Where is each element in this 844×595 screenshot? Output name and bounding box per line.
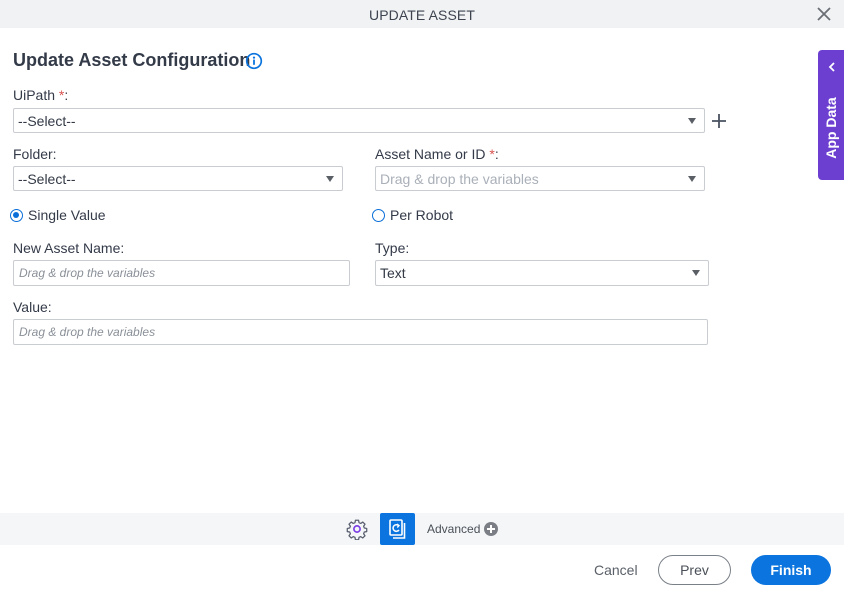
chevron-down-icon [692,270,700,276]
value-placeholder: Drag & drop the variables [19,325,156,339]
finish-button[interactable]: Finish [751,555,831,585]
uipath-select-value: --Select-- [18,113,76,129]
uipath-label: UiPath *: [13,87,68,103]
chevron-left-icon [828,62,835,72]
radio-unchecked-icon[interactable] [372,208,385,222]
prev-button[interactable]: Prev [658,555,731,585]
folder-select[interactable]: --Select-- [13,166,343,191]
dialog-title: UPDATE ASSET [369,7,475,23]
new-asset-name-placeholder: Drag & drop the variables [19,266,156,280]
type-label: Type: [375,240,410,256]
add-connection-button[interactable] [710,112,728,130]
asset-name-label: Asset Name or ID *: [375,146,499,162]
app-data-label: App Data [823,96,839,159]
close-icon[interactable] [816,6,832,22]
copy-refresh-icon [389,519,406,539]
app-data-label-wrap: App Data [818,80,844,175]
radio-per-robot[interactable]: Per Robot [372,207,453,223]
copy-refresh-button[interactable] [380,513,415,545]
dialog-titlebar: UPDATE ASSET [0,0,844,28]
page-title: Update Asset Configuration [13,50,251,70]
chevron-down-icon [688,118,696,124]
label-suffix: : [64,87,69,103]
bottom-toolbar [0,513,844,545]
radio-single-value[interactable]: Single Value [10,207,106,223]
info-icon[interactable] [245,52,263,70]
uipath-select[interactable]: --Select-- [13,108,705,133]
value-label: Value: [13,299,52,315]
radio-per-robot-label: Per Robot [390,207,454,223]
uipath-label-text: UiPath [13,87,56,103]
gear-icon[interactable] [346,518,368,540]
chevron-down-icon [326,176,334,182]
app-data-panel-toggle[interactable]: App Data [818,50,844,180]
value-input[interactable]: Drag & drop the variables [13,319,708,345]
radio-single-value-label: Single Value [28,207,106,223]
radio-checked-icon[interactable] [10,208,23,222]
type-select-value: Text [380,265,406,281]
chevron-down-icon [688,176,696,182]
plus-circle-icon[interactable] [484,522,499,536]
cancel-button[interactable]: Cancel [594,562,638,578]
advanced-toggle[interactable]: Advanced [427,522,499,536]
new-asset-name-input[interactable]: Drag & drop the variables [13,260,350,286]
asset-name-select[interactable]: Drag & drop the variables [375,166,705,191]
new-asset-name-label: New Asset Name: [13,240,125,256]
asset-name-label-text: Asset Name or ID [375,146,486,162]
folder-select-value: --Select-- [18,171,76,187]
type-select[interactable]: Text [375,260,709,286]
asset-name-placeholder: Drag & drop the variables [380,171,539,187]
advanced-label: Advanced [427,522,481,536]
label-suffix: : [494,146,499,162]
folder-label: Folder: [13,146,57,162]
